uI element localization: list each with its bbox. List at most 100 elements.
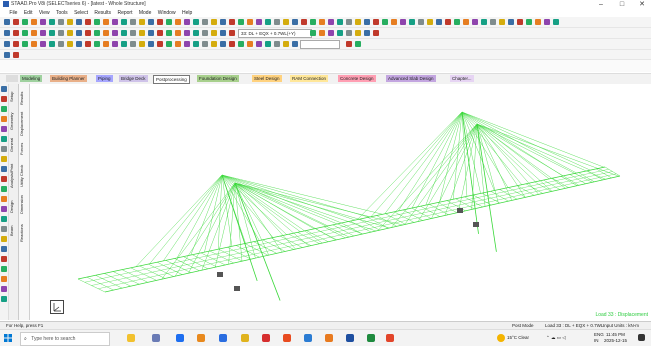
toolbar-button[interactable]: [418, 19, 424, 25]
toolbar-button[interactable]: [31, 41, 37, 47]
toolbar-button[interactable]: [544, 19, 550, 25]
side-tool-button[interactable]: [1, 256, 7, 262]
side-tool-button[interactable]: [1, 136, 7, 142]
side-tool-button[interactable]: [1, 266, 7, 272]
toolbar-button[interactable]: [346, 19, 352, 25]
toolbar-button[interactable]: [139, 41, 145, 47]
toolbar-button[interactable]: [346, 41, 352, 47]
side-tool-button[interactable]: [1, 86, 7, 92]
toolbar-button[interactable]: [283, 19, 289, 25]
tab-advanced-slab-design[interactable]: Advanced Slab Design: [386, 75, 436, 82]
menu-window[interactable]: Window: [158, 9, 176, 17]
toolbar-button[interactable]: [319, 19, 325, 25]
toolbar-button[interactable]: [166, 41, 172, 47]
toolbar-button[interactable]: [220, 19, 226, 25]
toolbar-button[interactable]: [499, 19, 505, 25]
chrome-icon[interactable]: [283, 334, 291, 342]
tab-chapter[interactable]: Chapter...: [450, 75, 474, 82]
toolbar-button[interactable]: [31, 19, 37, 25]
toolbar-button[interactable]: [157, 19, 163, 25]
toolbar-button[interactable]: [202, 19, 208, 25]
store-icon[interactable]: [219, 334, 227, 342]
result-tab-reactions[interactable]: Reactions: [19, 220, 28, 246]
side-tool-button[interactable]: [1, 166, 7, 172]
toolbar-button[interactable]: [157, 41, 163, 47]
toolbar-button[interactable]: [328, 30, 334, 36]
toolbar-button[interactable]: [121, 41, 127, 47]
tab-scroll-left[interactable]: [6, 75, 18, 82]
toolbar-button[interactable]: [301, 19, 307, 25]
side-tool-button[interactable]: [1, 206, 7, 212]
toolbar-button[interactable]: [391, 19, 397, 25]
toolbar-button[interactable]: [121, 30, 127, 36]
toolbar-button[interactable]: [211, 19, 217, 25]
toolbar-button[interactable]: [517, 19, 523, 25]
toolbar-button[interactable]: [121, 19, 127, 25]
toolbar-button[interactable]: [337, 30, 343, 36]
toolbar-button[interactable]: [472, 19, 478, 25]
toolbar-button[interactable]: [85, 41, 91, 47]
toolbar-button[interactable]: [166, 19, 172, 25]
toolbar-button[interactable]: [184, 30, 190, 36]
side-tab-design[interactable]: Design: [9, 196, 18, 218]
toolbar-button[interactable]: [256, 41, 262, 47]
toolbar-button[interactable]: [202, 41, 208, 47]
toolbar-button[interactable]: [310, 19, 316, 25]
toolbar-button[interactable]: [4, 52, 10, 58]
toolbar-button[interactable]: [400, 19, 406, 25]
menu-mode[interactable]: Mode: [139, 9, 152, 17]
toolbar-button[interactable]: [148, 30, 154, 36]
toolbar-button[interactable]: [112, 41, 118, 47]
toolbar-button[interactable]: [265, 19, 271, 25]
toolbar-button[interactable]: [148, 41, 154, 47]
toolbar-button[interactable]: [166, 30, 172, 36]
toolbar-button[interactable]: [85, 30, 91, 36]
menu-edit[interactable]: Edit: [24, 9, 33, 17]
toolbar-button[interactable]: [67, 30, 73, 36]
tray-icons[interactable]: ⌃ ☁ ▭ ◁: [546, 335, 566, 341]
widgets-icon[interactable]: [127, 334, 135, 342]
taskbar-search-input[interactable]: ⌕ Type here to search: [20, 332, 110, 346]
chrome-alt-icon[interactable]: [386, 334, 394, 342]
firefox-icon[interactable]: [197, 334, 205, 342]
result-tab-utility[interactable]: Utility Check: [19, 162, 28, 190]
toolbar-button[interactable]: [13, 30, 19, 36]
side-tab-general[interactable]: General: [9, 134, 18, 156]
side-tool-button[interactable]: [1, 216, 7, 222]
toolbar-button[interactable]: [364, 19, 370, 25]
maximize-icon[interactable]: □: [613, 0, 631, 9]
toolbar-button[interactable]: [193, 30, 199, 36]
load-case-select[interactable]: 33: DL + EQX + 0.7WL(+Y): [238, 29, 312, 38]
toolbar-button[interactable]: [175, 19, 181, 25]
tab-building-planner[interactable]: Building Planner: [50, 75, 87, 82]
toolbar-button[interactable]: [229, 41, 235, 47]
toolbar-button[interactable]: [373, 19, 379, 25]
toolbar-button[interactable]: [76, 30, 82, 36]
side-tab-analysis[interactable]: Analysis/Print: [9, 158, 18, 194]
toolbar-button[interactable]: [175, 41, 181, 47]
toolbar-button[interactable]: [364, 30, 370, 36]
toolbar-button[interactable]: [67, 41, 73, 47]
toolbar-button[interactable]: [103, 41, 109, 47]
toolbar-button[interactable]: [49, 41, 55, 47]
menu-help[interactable]: Help: [182, 9, 192, 17]
toolbar-button[interactable]: [355, 30, 361, 36]
menu-report[interactable]: Report: [117, 9, 132, 17]
toolbar-button[interactable]: [427, 19, 433, 25]
side-tab-beam[interactable]: Beam: [9, 220, 18, 242]
toolbar-button[interactable]: [4, 19, 10, 25]
result-tab-forces[interactable]: Forces: [19, 138, 28, 160]
toolbar-button[interactable]: [40, 41, 46, 47]
file-explorer-icon[interactable]: [241, 334, 249, 342]
toolbar-button[interactable]: [13, 52, 19, 58]
side-tool-button[interactable]: [1, 176, 7, 182]
office-icon[interactable]: [325, 334, 333, 342]
toolbar-button[interactable]: [229, 30, 235, 36]
side-tool-button[interactable]: [1, 236, 7, 242]
side-tool-button[interactable]: [1, 226, 7, 232]
toolbar-button[interactable]: [454, 19, 460, 25]
toolbar-button[interactable]: [58, 30, 64, 36]
toolbar-button[interactable]: [355, 19, 361, 25]
toolbar-button[interactable]: [265, 41, 271, 47]
side-tool-button[interactable]: [1, 116, 7, 122]
